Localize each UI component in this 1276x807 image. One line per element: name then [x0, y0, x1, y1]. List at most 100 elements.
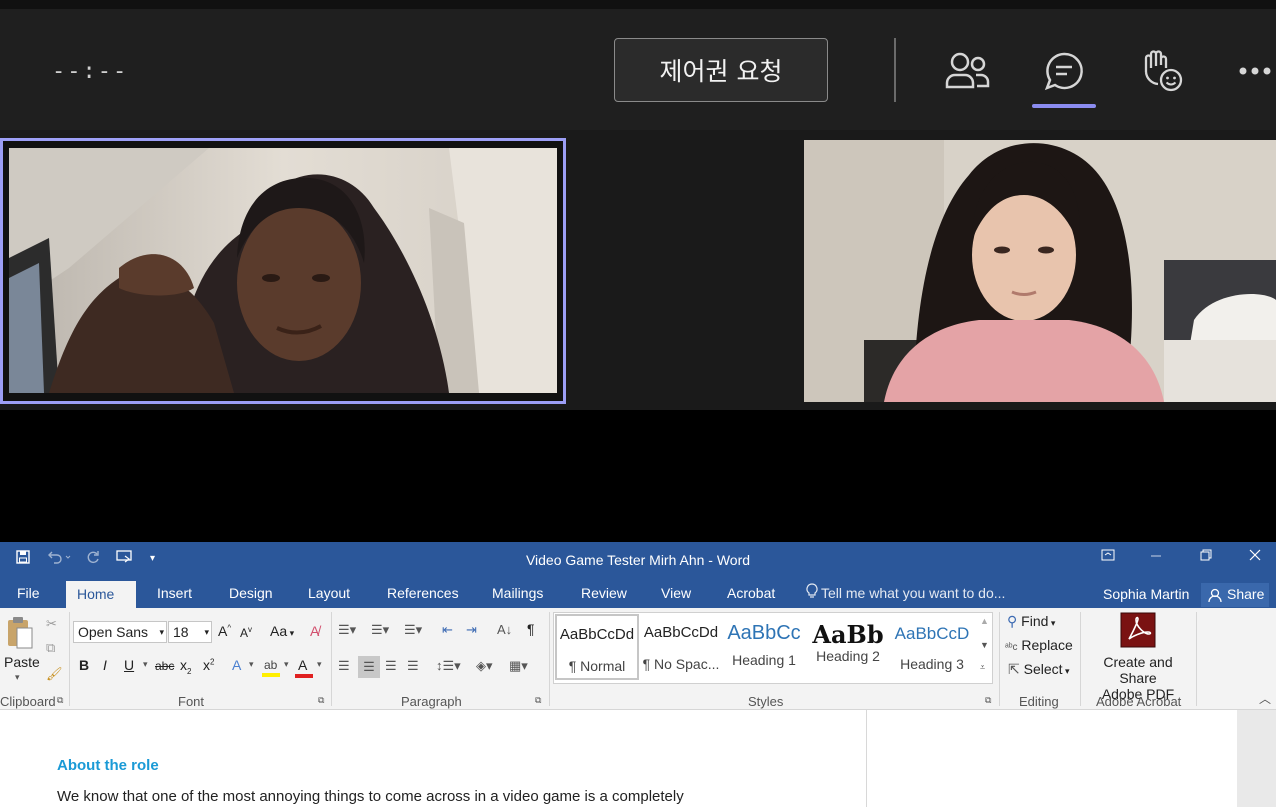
style-heading-2[interactable]: AaBb Heading 2: [806, 614, 890, 680]
gallery-down-icon[interactable]: ▼: [980, 640, 989, 650]
format-painter-icon[interactable]: 🖌: [46, 666, 63, 682]
paste-icon[interactable]: [6, 616, 34, 655]
style-no-spacing[interactable]: AaBbCcDd ¶ No Spac...: [639, 614, 723, 680]
document-title: Video Game Tester Mirh Ahn - Word: [525, 552, 751, 568]
group-separator: [331, 612, 332, 706]
highlight-icon[interactable]: ab: [262, 658, 280, 678]
text-effects-icon[interactable]: A: [232, 657, 241, 673]
cut-icon[interactable]: ✂: [46, 616, 57, 632]
more-icon[interactable]: [1234, 49, 1276, 93]
font-name-combo[interactable]: Open Sans ▾: [73, 621, 167, 643]
document-page[interactable]: About the role We know that one of the m…: [0, 710, 1276, 807]
sort-icon[interactable]: A↓: [497, 622, 512, 637]
align-right-icon[interactable]: ☰: [385, 658, 397, 674]
bullets-icon[interactable]: ☰▾: [338, 622, 356, 638]
font-launcher-icon[interactable]: ⧉: [318, 695, 324, 706]
underline-icon[interactable]: U: [124, 657, 134, 673]
gallery-more-icon[interactable]: ⩡: [980, 662, 985, 673]
shrink-font-icon[interactable]: Av: [240, 625, 252, 640]
user-name[interactable]: Sophia Martin: [1103, 580, 1189, 608]
share-button[interactable]: Share: [1201, 583, 1269, 607]
replace-button[interactable]: ᵃᵇc Replace: [1005, 637, 1073, 653]
select-button[interactable]: ⇱ Select ▾: [1008, 661, 1070, 678]
tab-acrobat[interactable]: Acrobat: [716, 580, 786, 608]
find-label: Find: [1021, 613, 1049, 629]
tab-review[interactable]: Review: [570, 580, 638, 608]
align-center-icon[interactable]: ☰: [358, 656, 380, 678]
tab-mailings[interactable]: Mailings: [481, 580, 554, 608]
chevron-down-icon: ▾: [287, 628, 295, 638]
italic-icon[interactable]: I: [103, 657, 107, 673]
tab-insert[interactable]: Insert: [146, 580, 203, 608]
vertical-scrollbar[interactable]: [1237, 710, 1276, 807]
close-icon[interactable]: [1241, 549, 1269, 565]
show-marks-icon[interactable]: ¶: [527, 621, 535, 637]
superscript-icon[interactable]: x2: [203, 657, 214, 673]
paste-button[interactable]: Paste: [4, 654, 40, 670]
restore-icon[interactable]: [1192, 549, 1220, 565]
people-icon[interactable]: [944, 49, 992, 93]
styles-launcher-icon[interactable]: ⧉: [985, 695, 991, 706]
change-case-label: Aa: [270, 623, 288, 639]
multilevel-list-icon[interactable]: ☰▾: [404, 622, 422, 638]
style-name: Heading 3: [900, 656, 964, 672]
style-name: ¶ No Spac...: [642, 656, 720, 672]
grow-font-icon[interactable]: A^: [218, 623, 231, 639]
text-effects-dropdown-icon[interactable]: ▾: [249, 659, 254, 670]
font-color-dropdown-icon[interactable]: ▾: [317, 659, 322, 670]
share-label: Share: [1227, 586, 1265, 602]
align-left-icon[interactable]: ☰: [338, 658, 350, 674]
screen: --:-- 제어권 요청 ▾ Video Game Tester Mirh Ah…: [0, 0, 1276, 807]
tab-view[interactable]: View: [650, 580, 702, 608]
raise-hand-icon[interactable]: [1138, 49, 1186, 93]
bold-icon[interactable]: B: [79, 657, 89, 673]
empty-area: [0, 410, 1276, 542]
line-spacing-icon[interactable]: ↕☰▾: [436, 658, 461, 674]
collapse-ribbon-icon[interactable]: ︿: [1259, 690, 1271, 707]
tab-file[interactable]: File: [6, 580, 51, 608]
find-button[interactable]: ⚲ Find ▾: [1007, 613, 1055, 630]
gallery-up-icon[interactable]: ▲: [980, 616, 989, 626]
paragraph-launcher-icon[interactable]: ⧉: [535, 695, 541, 706]
participant-video-speaking[interactable]: [0, 138, 566, 404]
chat-icon[interactable]: [1040, 49, 1088, 93]
increase-indent-icon[interactable]: ⇥: [466, 622, 477, 638]
style-heading-3[interactable]: AaBbCcD Heading 3: [890, 614, 974, 680]
justify-icon[interactable]: ☰: [407, 658, 419, 674]
numbering-icon[interactable]: ☰▾: [371, 622, 389, 638]
strikethrough-icon[interactable]: abc: [155, 659, 174, 673]
underline-dropdown-icon[interactable]: ▾: [143, 659, 148, 670]
style-heading-1[interactable]: AaBbCc Heading 1: [722, 614, 806, 680]
font-color-icon[interactable]: A: [295, 657, 313, 679]
replace-label: Replace: [1021, 637, 1073, 653]
tab-layout[interactable]: Layout: [297, 580, 361, 608]
tab-references[interactable]: References: [376, 580, 470, 608]
copy-icon[interactable]: ⧉: [46, 640, 55, 656]
paste-dropdown-icon[interactable]: ▾: [15, 672, 20, 683]
tell-me-search[interactable]: Tell me what you want to do...: [806, 580, 1005, 608]
participant-video-feed: [9, 148, 557, 393]
style-normal[interactable]: AaBbCcDd ¶ Normal: [555, 614, 639, 680]
shading-icon[interactable]: ◈▾: [476, 658, 493, 674]
request-control-button[interactable]: 제어권 요청: [614, 38, 828, 102]
adobe-pdf-icon[interactable]: [1120, 612, 1156, 653]
subscript-icon[interactable]: x2: [180, 657, 191, 676]
tab-home[interactable]: Home: [66, 580, 136, 608]
font-size-combo[interactable]: 18 ▾: [168, 621, 212, 643]
active-tab-indicator: [1032, 104, 1096, 108]
clipboard-group-label: Clipboard: [0, 694, 56, 709]
change-case-button[interactable]: Aa ▾: [270, 623, 294, 639]
minimize-icon[interactable]: [1142, 549, 1170, 565]
document-heading: About the role: [57, 757, 159, 774]
clear-formatting-icon[interactable]: A̸: [310, 623, 319, 639]
tab-design[interactable]: Design: [218, 580, 284, 608]
create-pdf-line1: Create and Share: [1103, 654, 1173, 686]
chevron-down-icon: ▾: [159, 627, 164, 637]
participant-video[interactable]: [804, 140, 1276, 402]
ribbon-display-options-icon[interactable]: [1094, 549, 1122, 565]
clipboard-launcher-icon[interactable]: ⧉: [57, 695, 63, 706]
borders-icon[interactable]: ▦▾: [509, 658, 528, 674]
highlight-dropdown-icon[interactable]: ▾: [284, 659, 289, 670]
decrease-indent-icon[interactable]: ⇤: [442, 622, 453, 638]
page-edge: [866, 710, 867, 807]
